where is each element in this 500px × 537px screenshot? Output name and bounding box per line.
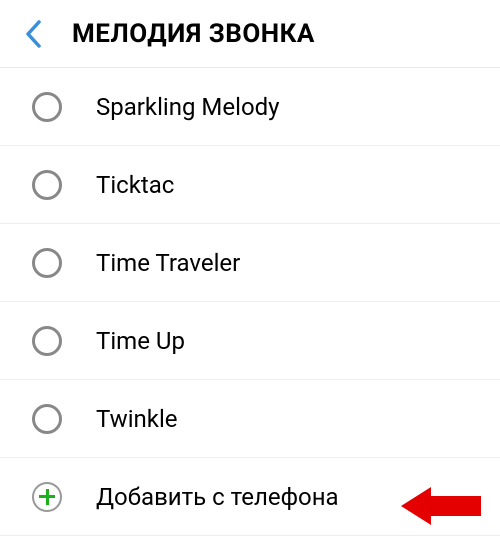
add-from-phone-label: Добавить с телефона: [96, 483, 339, 511]
back-icon[interactable]: [18, 19, 48, 49]
radio-icon[interactable]: [32, 92, 62, 122]
ringtone-list: Sparkling Melody Ticktac Time Traveler T…: [0, 68, 500, 536]
radio-icon[interactable]: [32, 170, 62, 200]
header: МЕЛОДИЯ ЗВОНКА: [0, 0, 500, 68]
radio-icon[interactable]: [32, 248, 62, 278]
ringtone-item[interactable]: Ticktac: [0, 146, 500, 224]
ringtone-item[interactable]: Twinkle: [0, 380, 500, 458]
ringtone-item[interactable]: Time Traveler: [0, 224, 500, 302]
ringtone-label: Ticktac: [96, 171, 174, 199]
radio-icon[interactable]: [32, 404, 62, 434]
plus-icon[interactable]: [32, 482, 62, 512]
radio-icon[interactable]: [32, 326, 62, 356]
ringtone-label: Time Traveler: [96, 249, 240, 277]
ringtone-label: Twinkle: [96, 405, 178, 433]
ringtone-label: Time Up: [96, 327, 185, 355]
ringtone-item[interactable]: Sparkling Melody: [0, 68, 500, 146]
ringtone-label: Sparkling Melody: [96, 93, 280, 121]
page-title: МЕЛОДИЯ ЗВОНКА: [72, 19, 315, 49]
add-from-phone-item[interactable]: Добавить с телефона: [0, 458, 500, 536]
ringtone-item[interactable]: Time Up: [0, 302, 500, 380]
